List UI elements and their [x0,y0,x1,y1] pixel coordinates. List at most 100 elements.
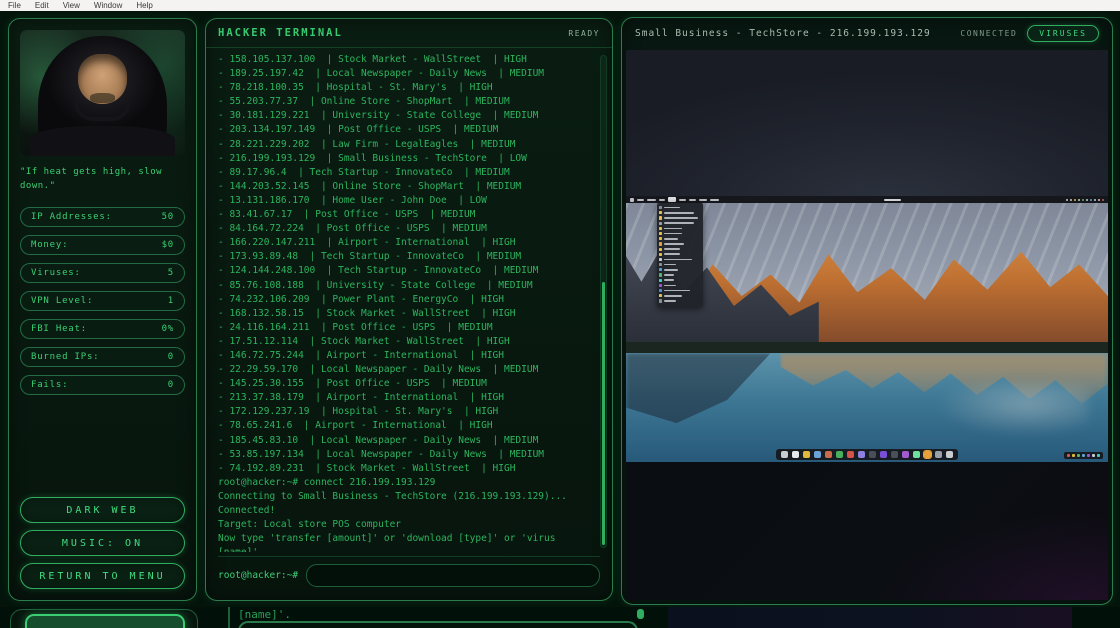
tray-icon [1066,199,1068,201]
scan-result-line: - 168.132.58.15 | Stock Market - WallStr… [218,307,590,321]
file-icon [659,284,662,287]
dock-app-icon [781,451,788,458]
remote-header: Small Business - TechStore - 216.199.193… [622,18,1112,49]
stat-label: Money: [31,240,68,250]
background-terminal-text: [name]'. [238,608,291,621]
file-icon [659,279,662,282]
dropdown-row-text [664,253,680,255]
scan-result-line: - 172.129.237.19 | Hospital - St. Mary's… [218,405,590,419]
scan-result-line: - 74.232.106.209 | Power Plant - EnergyC… [218,293,590,307]
desktop-app-menu-icon [630,198,634,202]
os-menu-file[interactable]: File [8,1,21,10]
background-glowing-button [25,614,185,628]
desktop-menu-item [659,199,665,201]
stat-value: 50 [162,212,174,222]
stat-value: 0% [162,324,174,334]
dock-app-icon [847,451,854,458]
stat-value: $0 [162,240,174,250]
background-remote-panel-edge [668,607,1072,628]
dropdown-row-text [664,295,682,297]
return-to-menu-button[interactable]: RETURN TO MENU [20,563,185,589]
hacker-quote: "If heat gets high, slow down." [20,166,185,194]
stat-money: Money: $0 [20,235,185,255]
scan-result-line: - 13.131.186.170 | Home User - John Doe … [218,194,590,208]
stat-vpn-level: VPN Level:1 [20,291,185,311]
wallpaper-cloud-reflection [935,384,1089,436]
os-menu-help[interactable]: Help [136,1,152,10]
os-menu-edit[interactable]: Edit [35,1,49,10]
stat-fbi-heat: FBI Heat: 0% [20,319,185,339]
remote-desktop-view[interactable] [626,50,1108,462]
remote-desktop-dark-area [626,50,1108,196]
tray-icon [1082,199,1084,201]
file-icon [659,273,662,276]
stat-label: IP Addresses: [31,212,112,222]
terminal-scrollbar-thumb[interactable] [602,282,605,545]
tray-icon [1074,199,1076,201]
dock-app-icon [913,451,920,458]
connection-status-badge: CONNECTED [960,29,1017,38]
dock-app-icon [792,451,799,458]
dock-app-icon [880,451,887,458]
terminal-input-row: root@hacker:~# [218,556,600,594]
os-menu-window[interactable]: Window [94,1,122,10]
dock-app-icon [935,451,942,458]
stats-list: IP Addresses:50Money:$0Viruses:5VPN Leve… [20,207,185,403]
stat-value: 0 [168,352,174,362]
stat-label: VPN Level: [31,296,93,306]
scan-result-line: - 166.220.147.211 | Airport - Internatio… [218,236,590,250]
dock-app-icon [825,451,832,458]
desktop-menu-item [668,197,676,202]
tray-icon [1098,199,1100,201]
terminal-output: - 158.105.137.100 | Stock Market - WallS… [218,53,590,552]
tray-widget-icon [1082,454,1085,457]
tray-icon [1090,199,1092,201]
background-window-layer: [name]'. [0,607,1120,628]
scan-result-line: - 53.85.197.134 | Local Newspaper - Dail… [218,448,590,462]
dropdown-row-text [664,243,684,245]
tray-icon [1102,199,1104,201]
remote-panel-empty-area [626,462,1108,600]
desktop-menu-item [689,199,696,201]
stat-burned-ips: Burned IPs:0 [20,347,185,367]
dropdown-row-text [664,207,680,209]
stat-fails: Fails:0 [20,375,185,395]
file-icon [659,242,662,245]
os-menu-view[interactable]: View [63,1,80,10]
stat-label: FBI Heat: [31,324,87,334]
dropdown-row-text [664,248,680,250]
desktop-menu-item [679,199,686,201]
viruses-button[interactable]: VIRUSES [1027,25,1099,42]
avatar-shoulders [30,126,175,156]
dock-app-icon [891,451,898,458]
file-icon [659,294,662,297]
terminal-status-badge: READY [568,29,600,38]
scan-result-line: - 89.17.96.4 | Tech Startup - InnovateCo… [218,166,590,180]
dropdown-row-text [664,269,678,271]
session-line: Connecting to Small Business - TechStore… [218,490,590,504]
scan-result-line: - 146.72.75.244 | Airport - Internationa… [218,349,590,363]
file-icon [659,227,662,230]
dock-app-icon [924,451,931,458]
dock-app-icon [946,451,953,458]
scan-result-line: - 84.164.72.224 | Post Office - USPS | M… [218,222,590,236]
file-icon [659,258,662,261]
scan-result-line: - 83.41.67.17 | Post Office - USPS | MED… [218,208,590,222]
music-toggle-button[interactable]: MUSIC: ON [20,530,185,556]
desktop-menu-item [647,199,656,201]
terminal-scrollbar[interactable] [600,55,607,548]
desktop-menu-item [699,199,707,201]
dropdown-row-text [664,212,694,214]
dropdown-row-text [664,264,676,266]
scan-result-line: - 173.93.89.48 | Tech Startup - Innovate… [218,250,590,264]
terminal-title: HACKER TERMINAL [218,27,343,39]
desktop-menu-item [710,199,719,201]
terminal-command-input[interactable] [306,564,600,587]
dropdown-row-text [664,274,674,276]
file-icon [659,253,662,256]
file-icon [659,268,662,271]
dock-app-icon [836,451,843,458]
dark-web-button[interactable]: DARK WEB [20,497,185,523]
terminal-prompt: root@hacker:~# [218,570,298,581]
session-line: Connected! [218,504,590,518]
